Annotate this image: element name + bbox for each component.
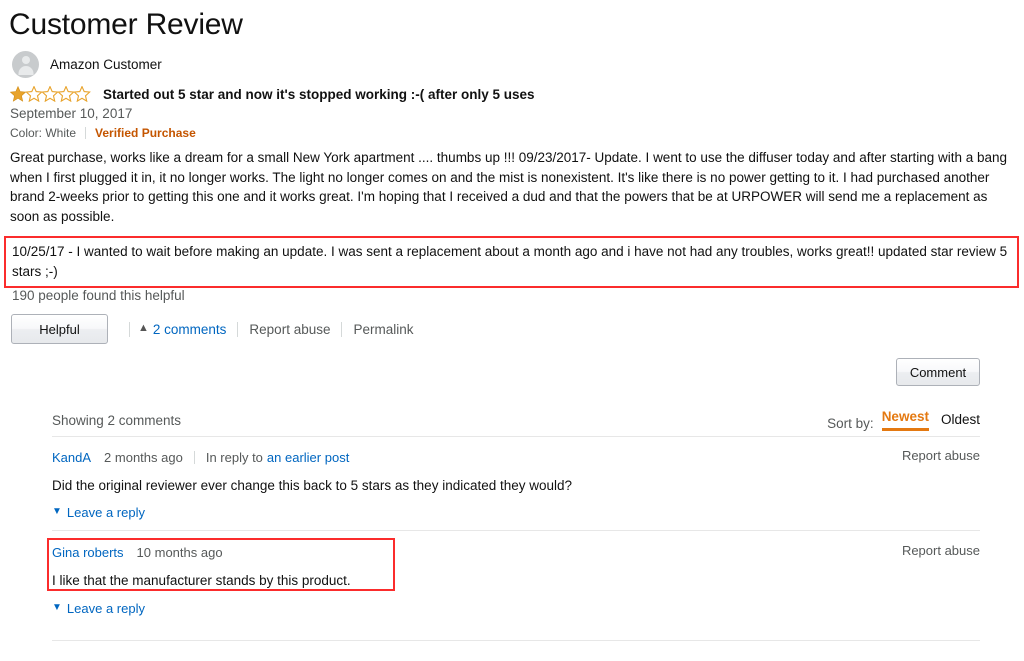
comment-header: Gina roberts 10 months ago Report abuse xyxy=(52,543,980,561)
showing-comments-count: Showing 2 comments xyxy=(52,412,182,428)
sort-control: Sort by: Newest Oldest xyxy=(827,409,980,431)
comment-body: Did the original reviewer ever change th… xyxy=(52,478,573,493)
review-headline-row: Started out 5 star and now it's stopped … xyxy=(10,86,535,102)
sort-by-label: Sort by: xyxy=(827,416,874,431)
review-headline: Started out 5 star and now it's stopped … xyxy=(103,86,535,102)
comments-bottom-divider xyxy=(52,640,980,641)
person-avatar-icon xyxy=(12,50,39,78)
comment-body: I like that the manufacturer stands by t… xyxy=(52,573,351,588)
helpful-count: 190 people found this helpful xyxy=(12,288,185,303)
comment-reply-row-2: ▼ Leave a reply xyxy=(52,601,980,616)
comment-meta-divider xyxy=(193,450,195,464)
helpful-button[interactable]: Helpful xyxy=(11,314,108,344)
caret-up-icon[interactable]: ▲ xyxy=(138,322,149,334)
review-body-text: Great purchase, works like a dream for a… xyxy=(10,150,1008,224)
chevron-down-icon: ▼ xyxy=(52,505,62,517)
review-color-attribute: Color: White xyxy=(10,126,77,140)
review-date: September 10, 2017 xyxy=(10,106,133,121)
sort-option-oldest[interactable]: Oldest xyxy=(941,412,980,431)
comment-reply-row-1: ▼ Leave a reply xyxy=(52,505,980,520)
permalink-link[interactable]: Permalink xyxy=(353,322,413,337)
meta-divider xyxy=(85,127,87,139)
comment-timestamp: 10 months ago xyxy=(136,544,223,560)
comment-report-abuse-link[interactable]: Report abuse xyxy=(902,543,980,558)
reviewer-name: Amazon Customer xyxy=(50,56,162,72)
comment-author-link[interactable]: Gina roberts xyxy=(52,545,124,560)
action-divider xyxy=(237,321,239,337)
report-abuse-link[interactable]: Report abuse xyxy=(249,322,330,337)
action-divider xyxy=(129,321,130,337)
leave-a-reply-row[interactable]: ▼ Leave a reply xyxy=(52,601,980,616)
comment-item-2: Gina roberts 10 months ago Report abuse … xyxy=(52,543,980,590)
comments-header: Showing 2 comments Sort by: Newest Oldes… xyxy=(52,409,980,431)
chevron-down-icon: ▼ xyxy=(52,601,62,613)
earlier-post-link[interactable]: an earlier post xyxy=(267,450,349,465)
comment-divider xyxy=(52,530,980,531)
leave-a-reply-link[interactable]: Leave a reply xyxy=(67,505,145,520)
comment-report-abuse-link[interactable]: Report abuse xyxy=(902,448,980,463)
review-action-bar: Helpful ▲ 2 comments Report abuse Permal… xyxy=(11,314,414,344)
leave-a-reply-row[interactable]: ▼ Leave a reply xyxy=(52,505,980,520)
comments-header-divider xyxy=(52,436,980,437)
comment-item-1: KandA 2 months ago In reply to an earlie… xyxy=(52,448,980,495)
action-divider xyxy=(341,321,343,337)
page-title: Customer Review xyxy=(9,8,243,41)
comment-timestamp: 2 months ago xyxy=(104,449,183,465)
comment-button[interactable]: Comment xyxy=(896,358,980,386)
leave-a-reply-link[interactable]: Leave a reply xyxy=(67,601,145,616)
comments-link[interactable]: 2 comments xyxy=(153,322,227,337)
review-meta: Color: White Verified Purchase xyxy=(10,126,196,140)
in-reply-to-label: In reply to xyxy=(205,449,263,465)
sort-option-newest[interactable]: Newest xyxy=(881,409,929,431)
reviewer-profile: Amazon Customer xyxy=(12,50,162,78)
verified-purchase-badge: Verified Purchase xyxy=(95,126,196,140)
star-rating[interactable] xyxy=(10,86,94,102)
review-update-highlight: 10/25/17 - I wanted to wait before makin… xyxy=(4,236,1019,288)
comment-header: KandA 2 months ago In reply to an earlie… xyxy=(52,448,980,466)
comment-author-link[interactable]: KandA xyxy=(52,450,91,465)
